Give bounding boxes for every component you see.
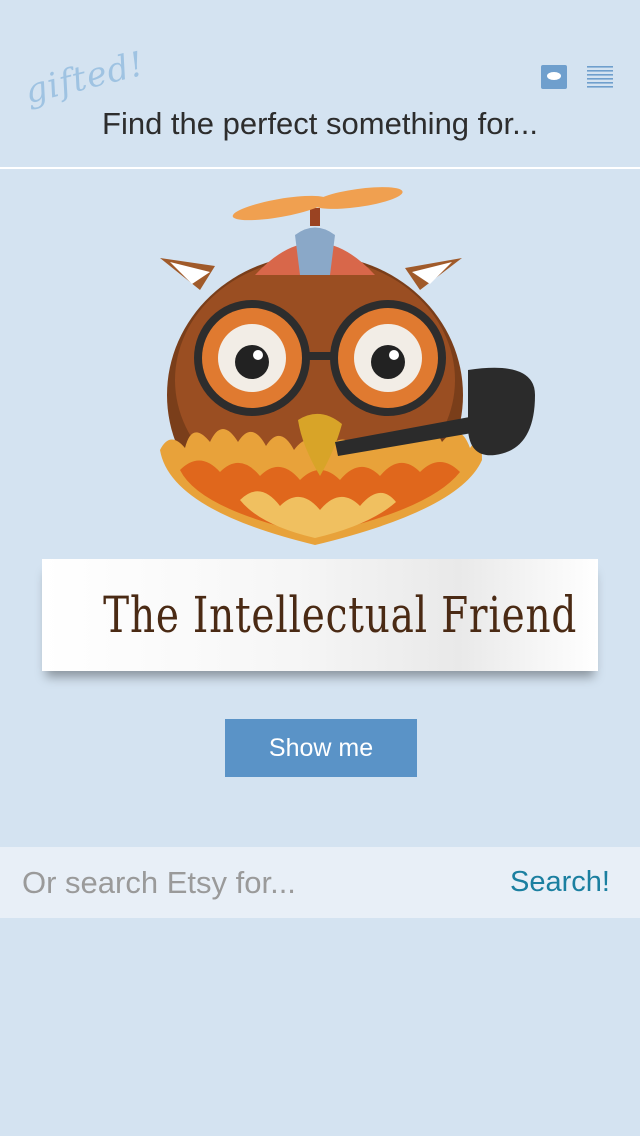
show-me-button[interactable]: Show me	[225, 719, 417, 777]
chat-bubble-icon[interactable]	[541, 65, 567, 89]
suggestion-title: The Intellectual Friend	[103, 586, 578, 644]
owl-illustration	[130, 180, 550, 560]
hamburger-menu-icon[interactable]	[587, 66, 613, 88]
page-title: Find the perfect something for...	[102, 106, 538, 141]
suggestion-banner: The Intellectual Friend	[42, 559, 598, 671]
owl-svg	[160, 187, 535, 545]
search-button[interactable]: Search!	[510, 847, 610, 918]
search-input[interactable]: Or search Etsy for...	[22, 847, 462, 918]
menu-lines	[587, 66, 613, 88]
chat-bubble-glyph	[547, 72, 561, 80]
gifted-logo[interactable]: gifted!	[21, 44, 149, 112]
header: gifted! Find the perfect something for..…	[0, 0, 640, 170]
search-bar: Or search Etsy for... Search!	[0, 847, 640, 918]
header-divider	[0, 167, 640, 169]
